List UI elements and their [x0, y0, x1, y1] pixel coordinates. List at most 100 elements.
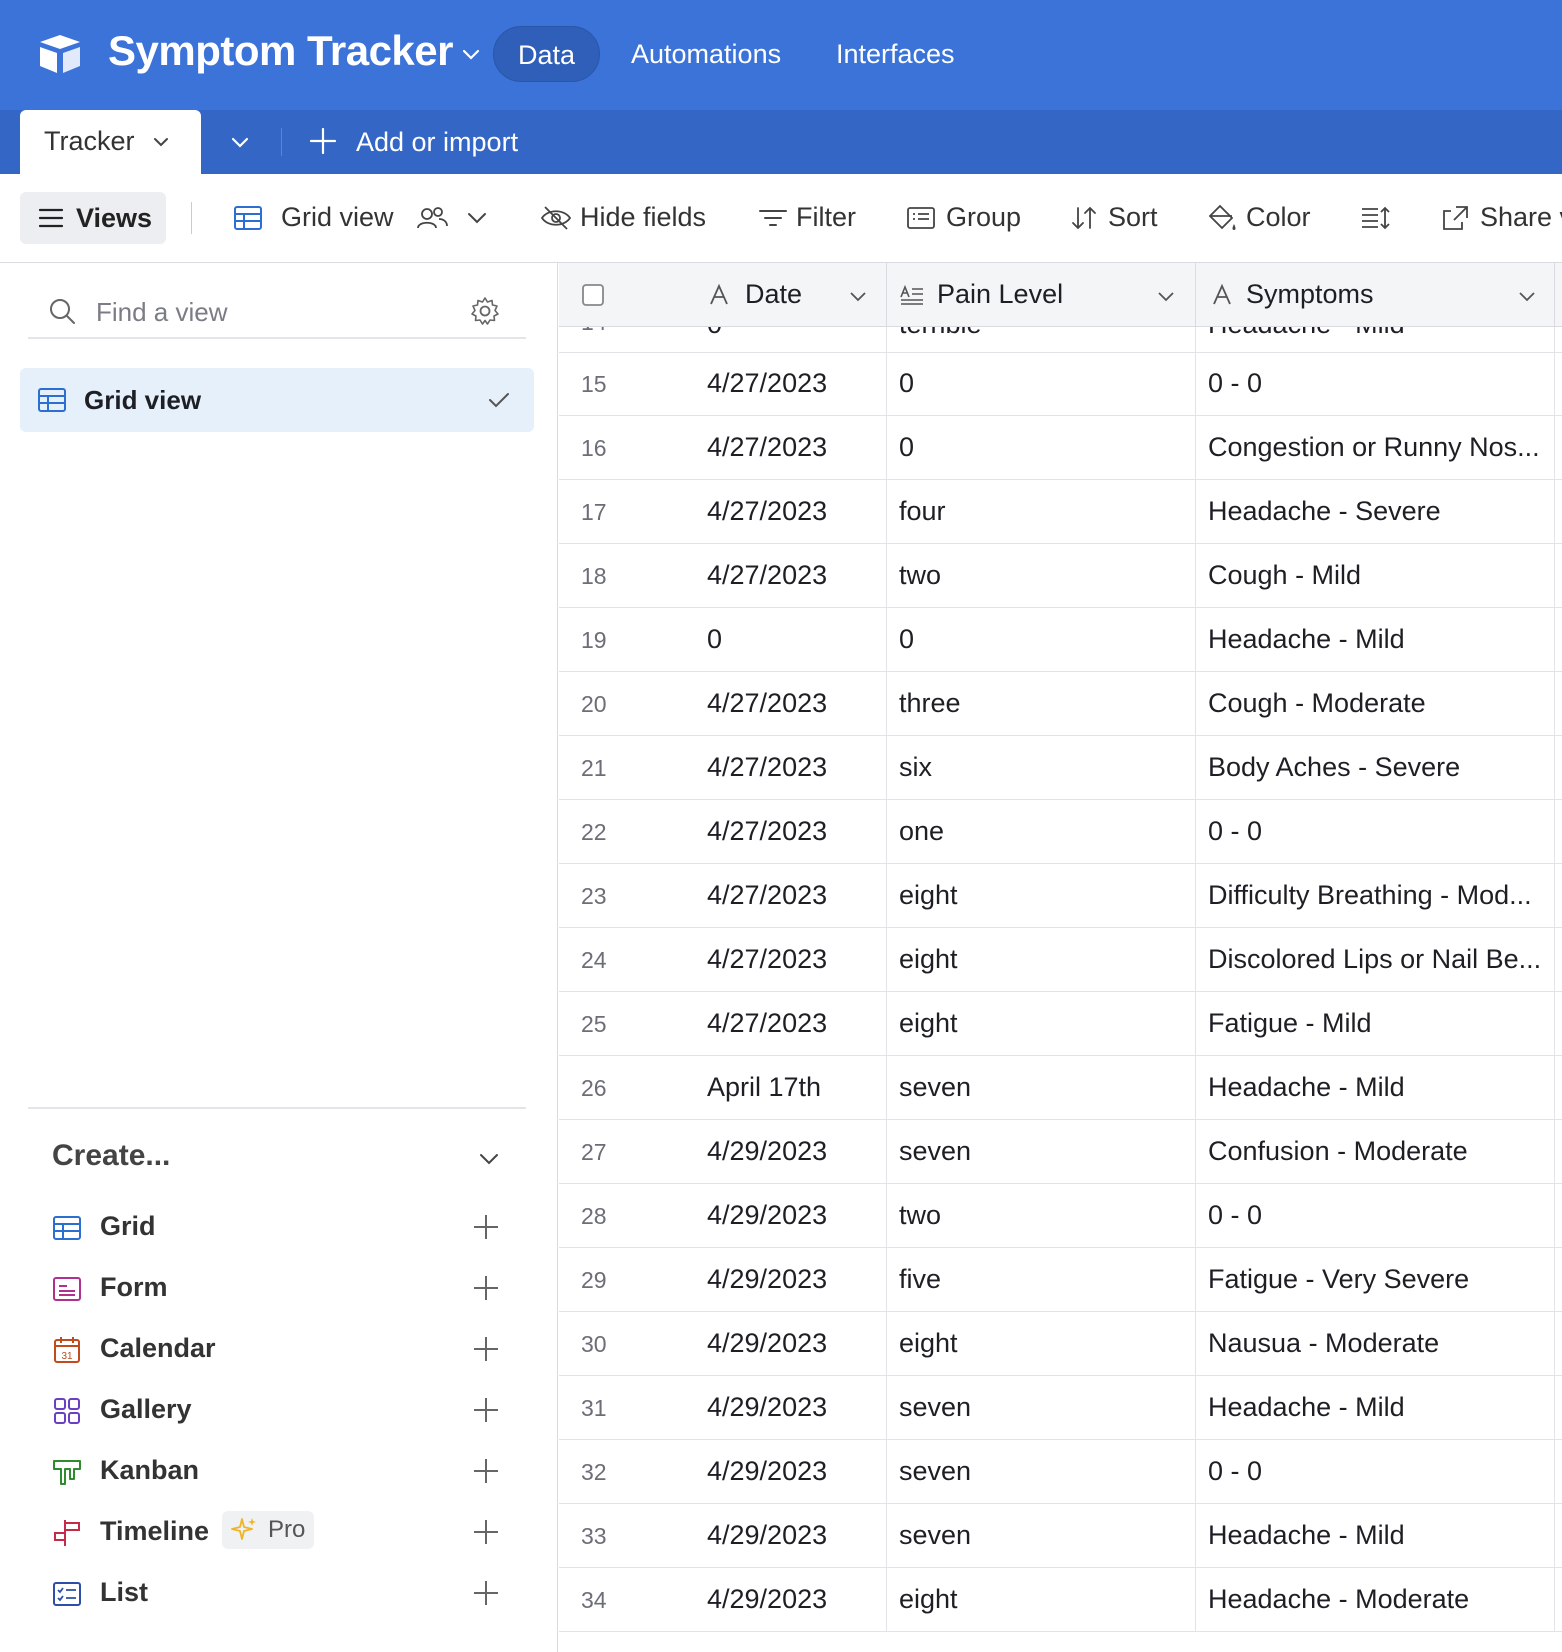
- cell-pain-level[interactable]: seven: [887, 1056, 1196, 1120]
- cell-symptoms[interactable]: 0 - 0: [1196, 1184, 1555, 1248]
- cell-pain-level[interactable]: eight: [887, 928, 1196, 992]
- cell-date[interactable]: 4/27/2023: [559, 800, 887, 864]
- table-row[interactable]: 24 4/27/2023 eight Discolored Lips or Nail …: [559, 928, 1562, 992]
- cell-pain-level[interactable]: terrible: [887, 327, 1196, 352]
- cell-date[interactable]: 4/27/2023: [559, 544, 887, 608]
- cell-symptoms[interactable]: 0 - 0: [1196, 1440, 1555, 1504]
- table-row[interactable]: 31 4/29/2023 seven Headache - Mild: [559, 1376, 1562, 1440]
- app-title[interactable]: Symptom Tracker: [108, 27, 454, 75]
- cell-symptoms[interactable]: Headache - Mild: [1196, 1504, 1555, 1568]
- nav-data[interactable]: Data: [493, 26, 601, 82]
- column-header-pain-level[interactable]: Pain Level: [887, 263, 1196, 327]
- share-view-button[interactable]: Share v: [1440, 202, 1562, 236]
- cell-symptoms[interactable]: 0 - 0: [1196, 352, 1555, 416]
- cell-pain-level[interactable]: one: [887, 800, 1196, 864]
- cell-pain-level[interactable]: six: [887, 736, 1196, 800]
- table-row[interactable]: 19 0 0 Headache - Mild: [559, 608, 1562, 672]
- table-row[interactable]: 26 April 17th seven Headache - Mild: [559, 1056, 1562, 1120]
- chevron-down-icon[interactable]: [228, 130, 252, 154]
- table-row[interactable]: 18 4/27/2023 two Cough - Mild: [559, 544, 1562, 608]
- cell-pain-level[interactable]: eight: [887, 864, 1196, 928]
- create-grid[interactable]: Grid: [52, 1202, 532, 1252]
- chevron-down-icon[interactable]: [1516, 285, 1538, 307]
- plus-icon[interactable]: [472, 1457, 500, 1485]
- chevron-down-icon[interactable]: [476, 1145, 502, 1171]
- filter-button[interactable]: Filter: [758, 202, 858, 236]
- chevron-down-icon[interactable]: [150, 131, 172, 153]
- cell-date[interactable]: 4/27/2023: [559, 352, 887, 416]
- collaborators-icon[interactable]: [415, 204, 449, 232]
- table-row[interactable]: 23 4/27/2023 eight Difficulty Breathing - M…: [559, 864, 1562, 928]
- checkbox[interactable]: [581, 283, 605, 307]
- cell-date[interactable]: 4/29/2023: [559, 1504, 887, 1568]
- table-row[interactable]: 25 4/27/2023 eight Fatigue - Mild: [559, 992, 1562, 1056]
- nav-interfaces[interactable]: Interfaces: [812, 26, 979, 82]
- table-row[interactable]: 15 4/27/2023 0 0 - 0: [559, 352, 1562, 416]
- cell-date[interactable]: 4/29/2023: [559, 1312, 887, 1376]
- table-row[interactable]: 32 4/29/2023 seven 0 - 0: [559, 1440, 1562, 1504]
- plus-icon[interactable]: [472, 1335, 500, 1363]
- cell-date[interactable]: 4/27/2023: [559, 416, 887, 480]
- create-list[interactable]: List: [52, 1568, 532, 1618]
- cell-date[interactable]: 4/27/2023: [559, 992, 887, 1056]
- cell-pain-level[interactable]: three: [887, 672, 1196, 736]
- create-gallery[interactable]: Gallery: [52, 1385, 532, 1435]
- create-section-title[interactable]: Create...: [52, 1139, 170, 1173]
- cell-symptoms[interactable]: Headache - Severe: [1196, 480, 1555, 544]
- row-height-button[interactable]: [1360, 202, 1394, 236]
- cell-symptoms[interactable]: Confusion - Moderate: [1196, 1120, 1555, 1184]
- cell-date[interactable]: 4/27/2023: [559, 928, 887, 992]
- cell-pain-level[interactable]: two: [887, 1184, 1196, 1248]
- sort-button[interactable]: Sort: [1070, 202, 1170, 236]
- cell-date[interactable]: 4/29/2023: [559, 1184, 887, 1248]
- cell-date[interactable]: 4/27/2023: [559, 864, 887, 928]
- chevron-down-icon[interactable]: [847, 285, 869, 307]
- cell-pain-level[interactable]: 0: [887, 608, 1196, 672]
- find-view-placeholder[interactable]: Find a view: [96, 297, 228, 328]
- cell-symptoms[interactable]: Headache - Mild: [1196, 1056, 1555, 1120]
- cell-pain-level[interactable]: seven: [887, 1504, 1196, 1568]
- cell-date[interactable]: 0: [559, 327, 887, 352]
- cell-pain-level[interactable]: 0: [887, 352, 1196, 416]
- table-row[interactable]: 16 4/27/2023 0 Congestion or Runny Nos...: [559, 416, 1562, 480]
- add-or-import-button[interactable]: Add or import: [356, 127, 518, 158]
- cell-symptoms[interactable]: Headache - Mild: [1196, 1376, 1555, 1440]
- chevron-down-icon[interactable]: [1155, 285, 1177, 307]
- plus-icon[interactable]: [472, 1274, 500, 1302]
- create-kanban[interactable]: Kanban: [52, 1446, 532, 1496]
- table-row[interactable]: 30 4/29/2023 eight Nausua - Moderate: [559, 1312, 1562, 1376]
- cell-symptoms[interactable]: Fatigue - Very Severe: [1196, 1248, 1555, 1312]
- cell-symptoms[interactable]: Headache - Mild: [1196, 327, 1555, 352]
- cell-pain-level[interactable]: eight: [887, 1312, 1196, 1376]
- cell-symptoms[interactable]: Cough - Moderate: [1196, 672, 1555, 736]
- create-timeline[interactable]: Timeline Pro: [52, 1507, 532, 1557]
- table-row[interactable]: 140terribleHeadache - Mild: [559, 327, 1562, 353]
- cell-date[interactable]: April 17th: [559, 1056, 887, 1120]
- cell-pain-level[interactable]: eight: [887, 1568, 1196, 1632]
- plus-icon[interactable]: [472, 1518, 500, 1546]
- cell-symptoms[interactable]: Nausua - Moderate: [1196, 1312, 1555, 1376]
- views-button[interactable]: Views: [20, 192, 166, 244]
- table-row[interactable]: 28 4/29/2023 two 0 - 0: [559, 1184, 1562, 1248]
- cell-date[interactable]: 4/27/2023: [559, 736, 887, 800]
- table-row[interactable]: 22 4/27/2023 one 0 - 0: [559, 800, 1562, 864]
- tab-tracker[interactable]: Tracker: [20, 110, 201, 174]
- chevron-down-icon[interactable]: [459, 42, 483, 66]
- create-calendar[interactable]: 31 Calendar: [52, 1324, 532, 1374]
- table-row[interactable]: 33 4/29/2023 seven Headache - Mild: [559, 1504, 1562, 1568]
- plus-icon[interactable]: [472, 1213, 500, 1241]
- column-header-symptoms[interactable]: Symptoms: [1196, 263, 1555, 327]
- cell-date[interactable]: 4/29/2023: [559, 1248, 887, 1312]
- find-view-search[interactable]: Find a view: [28, 285, 526, 339]
- cell-pain-level[interactable]: two: [887, 544, 1196, 608]
- color-button[interactable]: Color: [1206, 202, 1316, 236]
- cell-date[interactable]: 0: [559, 608, 887, 672]
- cell-date[interactable]: 4/29/2023: [559, 1440, 887, 1504]
- cell-pain-level[interactable]: seven: [887, 1376, 1196, 1440]
- cell-symptoms[interactable]: Discolored Lips or Nail Be...: [1196, 928, 1555, 992]
- group-button[interactable]: Group: [906, 202, 1026, 236]
- cell-date[interactable]: 4/27/2023: [559, 480, 887, 544]
- cell-symptoms[interactable]: Fatigue - Mild: [1196, 992, 1555, 1056]
- plus-icon[interactable]: [472, 1579, 500, 1607]
- column-header-date[interactable]: Date: [559, 263, 887, 327]
